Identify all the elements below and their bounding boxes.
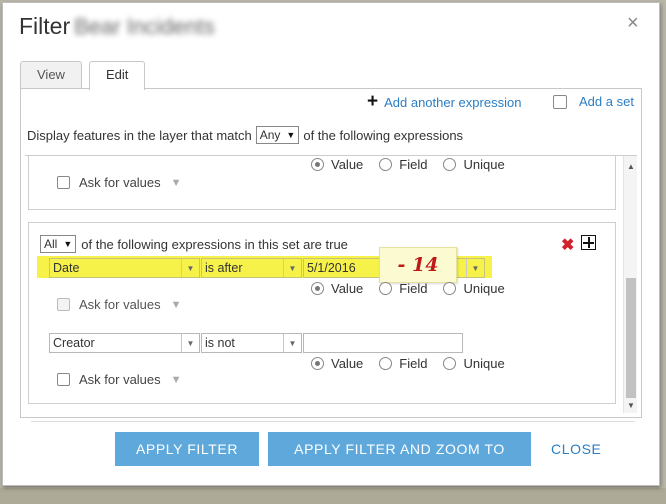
caret-down-icon: ▼ <box>170 176 182 189</box>
edit-panel: + Add another expression Add a set Displ… <box>20 88 642 418</box>
tab-edit[interactable]: Edit <box>89 61 146 90</box>
creator-value-input[interactable] <box>303 333 463 353</box>
scroll-up-icon[interactable]: ▲ <box>627 162 635 171</box>
caret-down-icon: ▼ <box>170 373 182 386</box>
chevron-down-icon: ▼ <box>181 259 199 277</box>
radio-field-icon <box>379 357 393 370</box>
radio-unique-label: Unique <box>463 356 505 371</box>
caret-down-icon: ▼ <box>286 130 296 140</box>
match-suffix: of the following expressions <box>303 127 464 143</box>
filter-dialog: Filter Bear Incidents × View Edit + Add … <box>2 2 660 486</box>
radio-field[interactable]: Field <box>379 281 427 296</box>
radio-value-icon <box>311 158 324 171</box>
radio-value[interactable]: Value <box>311 157 363 172</box>
remove-icon[interactable]: ✖ <box>561 235 574 255</box>
chevron-down-icon: ▼ <box>283 334 301 352</box>
add-set-button[interactable]: Add a set <box>553 94 634 109</box>
caret-down-icon: ▼ <box>63 239 73 249</box>
match-select-value: Any <box>259 128 281 142</box>
add-expression-button[interactable]: + Add another expression <box>367 91 522 112</box>
plus-icon: + <box>367 91 379 112</box>
ask-for-values-checkbox[interactable] <box>57 373 70 386</box>
scrollbar-thumb[interactable] <box>626 278 636 398</box>
add-to-set-control[interactable] <box>581 235 596 250</box>
add-box-icon[interactable] <box>581 235 596 250</box>
radio-value[interactable]: Value <box>311 281 363 296</box>
field-select-date[interactable]: Date ▼ <box>49 258 200 278</box>
radio-field-label: Field <box>399 356 428 371</box>
footer-divider <box>31 421 635 422</box>
field-select-creator[interactable]: Creator ▼ <box>49 333 200 353</box>
radio-value-label: Value <box>331 356 364 371</box>
field-select-value: Date <box>53 261 80 275</box>
radio-unique[interactable]: Unique <box>443 356 505 371</box>
radio-unique-icon <box>443 357 457 370</box>
operator-select-value: is after <box>205 261 243 275</box>
radio-value[interactable]: Value <box>311 356 363 371</box>
annotation-note: - 14 <box>379 247 457 283</box>
ask-for-values-checkbox[interactable] <box>57 298 70 311</box>
add-expression-label: Add another expression <box>384 94 522 110</box>
ask-for-values-label: Ask for values <box>79 175 161 190</box>
ask-for-values-row: Ask for values ▼ <box>57 372 182 387</box>
remove-set-control[interactable]: ✖ <box>561 235 574 255</box>
apply-filter-zoom-button[interactable]: APPLY FILTER AND ZOOM TO <box>268 432 531 466</box>
ask-for-values-label: Ask for values <box>79 297 161 312</box>
chevron-down-icon: ▼ <box>283 259 301 277</box>
radio-field-icon <box>379 282 393 295</box>
ask-for-values-row: Ask for values ▼ <box>57 297 182 312</box>
set-match-value: All <box>44 237 58 251</box>
scroll-down-icon[interactable]: ▼ <box>627 401 635 410</box>
set-header-text: of the following expressions in this set… <box>81 236 348 252</box>
match-prefix: Display features in the layer that match <box>27 127 252 143</box>
set-header: All ▼ of the following expressions in th… <box>40 235 348 253</box>
field-select-value: Creator <box>53 336 95 350</box>
close-button[interactable]: CLOSE <box>551 432 601 466</box>
radio-field[interactable]: Field <box>379 356 427 371</box>
dialog-title-layer-name: Bear Incidents <box>74 14 215 39</box>
value-type-radio-group: Value Field Unique <box>311 356 521 371</box>
close-icon[interactable]: × <box>627 13 639 33</box>
radio-unique-label: Unique <box>463 157 505 172</box>
expressions-scroll-area[interactable]: Value Field Unique Ask for values ▼ All … <box>25 155 637 413</box>
tab-view[interactable]: View <box>20 61 82 89</box>
apply-filter-button[interactable]: APPLY FILTER <box>115 432 259 466</box>
ask-for-values-label: Ask for values <box>79 372 161 387</box>
ask-for-values-checkbox[interactable] <box>57 176 70 189</box>
match-row: Display features in the layer that match… <box>27 126 463 144</box>
radio-unique-label: Unique <box>463 281 505 296</box>
dialog-title: Filter Bear Incidents <box>19 13 215 40</box>
radio-unique[interactable]: Unique <box>443 157 505 172</box>
radio-unique-icon <box>443 282 457 295</box>
chevron-down-icon: ▼ <box>181 334 199 352</box>
radio-field-label: Field <box>399 157 428 172</box>
vertical-scrollbar[interactable]: ▲ ▼ <box>623 156 637 413</box>
value-type-radio-group: Value Field Unique <box>311 281 521 296</box>
value-type-radio-group: Value Field Unique <box>311 157 521 172</box>
radio-field-label: Field <box>399 281 428 296</box>
radio-value-label: Value <box>331 157 364 172</box>
add-set-label: Add a set <box>579 94 634 109</box>
expression-set-1: Value Field Unique Ask for values ▼ <box>28 156 616 210</box>
match-select[interactable]: Any ▼ <box>255 126 300 144</box>
expression-set-2: All ▼ of the following expressions in th… <box>28 222 616 404</box>
radio-unique[interactable]: Unique <box>443 281 505 296</box>
radio-field[interactable]: Field <box>379 157 427 172</box>
radio-value-icon <box>311 357 324 370</box>
chevron-down-icon: ▼ <box>466 259 484 277</box>
set-match-select[interactable]: All ▼ <box>40 235 77 253</box>
radio-value-label: Value <box>331 281 364 296</box>
dialog-title-text: Filter <box>19 13 71 39</box>
ask-for-values-row: Ask for values ▼ <box>57 175 182 190</box>
add-set-checkbox[interactable] <box>553 94 567 109</box>
operator-select-not[interactable]: is not ▼ <box>201 333 302 353</box>
map-background <box>0 488 666 504</box>
operator-select-value: is not <box>205 336 235 350</box>
radio-value-icon <box>311 282 324 295</box>
date-value-text: 5/1/2016 <box>307 261 356 275</box>
radio-unique-icon <box>443 158 457 171</box>
radio-field-icon <box>379 158 393 171</box>
caret-down-icon: ▼ <box>170 298 182 311</box>
operator-select-after[interactable]: is after ▼ <box>201 258 302 278</box>
